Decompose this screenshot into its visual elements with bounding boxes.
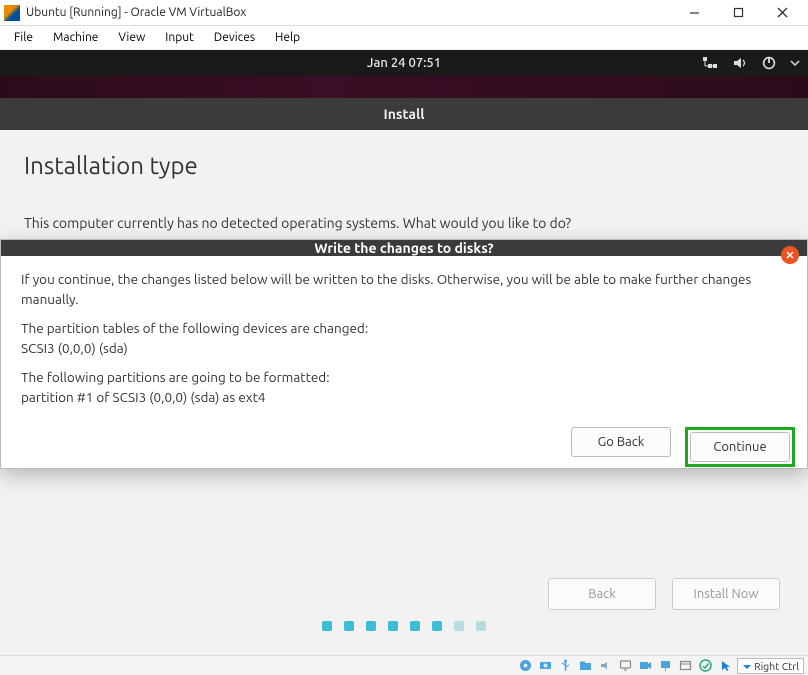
- vbox-menubar: File Machine View Input Devices Help: [0, 26, 808, 50]
- menu-devices[interactable]: Devices: [206, 29, 263, 46]
- guest-additions-icon[interactable]: [697, 658, 713, 674]
- menu-help[interactable]: Help: [267, 29, 308, 46]
- installer-footer-buttons: Back Install Now: [548, 578, 780, 610]
- arrow-down-icon: [742, 661, 752, 671]
- close-icon: [786, 251, 794, 259]
- dot: [344, 621, 354, 631]
- volume-icon: [732, 56, 748, 70]
- network-icon: [702, 56, 718, 70]
- host-key-label: Right Ctrl: [754, 660, 799, 672]
- prompt-text: This computer currently has no detected …: [24, 215, 784, 231]
- install-header-label: Install: [384, 106, 425, 122]
- ubuntu-status-icons[interactable]: [702, 50, 800, 76]
- hdd-icon[interactable]: [537, 658, 553, 674]
- dot: [454, 621, 464, 631]
- vbox-statusbar: Right Ctrl: [0, 655, 808, 675]
- dot: [410, 621, 420, 631]
- vbox-window-title: Ubuntu [Running] - Oracle VM VirtualBox: [26, 6, 672, 19]
- host-key-indicator[interactable]: Right Ctrl: [737, 658, 804, 674]
- continue-button[interactable]: Continue: [690, 432, 790, 462]
- audio-status-icon[interactable]: [597, 658, 613, 674]
- back-button[interactable]: Back: [548, 578, 656, 610]
- power-icon: [762, 56, 776, 70]
- mouse-integration-icon[interactable]: [717, 658, 733, 674]
- install-header: Install: [0, 98, 808, 130]
- install-now-label: Install Now: [694, 587, 759, 601]
- dialog-format-header: The following partitions are going to be…: [21, 368, 787, 388]
- page-title: Installation type: [24, 152, 784, 179]
- minimize-button[interactable]: [672, 0, 716, 26]
- continue-highlight: Continue: [685, 427, 795, 467]
- confirm-changes-dialog: Write the changes to disks? If you conti…: [0, 239, 808, 469]
- back-button-label: Back: [588, 587, 616, 601]
- clock-text[interactable]: Jan 24 07:51: [367, 56, 441, 70]
- progress-dots: [0, 621, 808, 631]
- close-icon: [777, 7, 788, 18]
- usb-icon[interactable]: [557, 658, 573, 674]
- dialog-body: If you continue, the changes listed belo…: [1, 256, 807, 427]
- chevron-down-icon: [790, 58, 800, 68]
- menu-input[interactable]: Input: [157, 29, 202, 46]
- dialog-tables-header: The partition tables of the following de…: [21, 319, 787, 339]
- dialog-format-partition: partition #1 of SCSI3 (0,0,0) (sda) as e…: [21, 388, 787, 408]
- dialog-title: Write the changes to disks?: [314, 240, 493, 256]
- dot: [366, 621, 376, 631]
- ubuntu-topbar: Jan 24 07:51: [0, 50, 808, 76]
- menu-machine[interactable]: Machine: [45, 29, 106, 46]
- dialog-footer: Go Back Continue: [1, 427, 807, 479]
- dot: [322, 621, 332, 631]
- dialog-titlebar: Write the changes to disks?: [1, 240, 807, 256]
- display-icon[interactable]: [617, 658, 633, 674]
- menu-file[interactable]: File: [6, 29, 41, 46]
- dialog-frame: Write the changes to disks? If you conti…: [0, 239, 808, 469]
- dot: [476, 621, 486, 631]
- guest-display: Jan 24 07:51 Install Installation type T…: [0, 50, 808, 655]
- vbox-titlebar: Ubuntu [Running] - Oracle VM VirtualBox: [0, 0, 808, 26]
- dot: [388, 621, 398, 631]
- shared-folder-icon[interactable]: [577, 658, 593, 674]
- maximize-icon: [733, 7, 744, 18]
- install-now-button[interactable]: Install Now: [672, 578, 780, 610]
- menu-view[interactable]: View: [110, 29, 153, 46]
- vrde-icon[interactable]: [677, 658, 693, 674]
- network-status-icon[interactable]: [657, 658, 673, 674]
- go-back-label: Go Back: [598, 435, 645, 449]
- dialog-close-button[interactable]: [781, 246, 799, 264]
- close-button[interactable]: [760, 0, 804, 26]
- dialog-tables-device: SCSI3 (0,0,0) (sda): [21, 339, 787, 359]
- decorative-strip: [0, 76, 808, 98]
- disc-icon[interactable]: [517, 658, 533, 674]
- maximize-button[interactable]: [716, 0, 760, 26]
- continue-label: Continue: [713, 440, 766, 454]
- recording-icon[interactable]: [637, 658, 653, 674]
- vbox-app-icon: [4, 5, 20, 21]
- minimize-icon: [689, 7, 700, 18]
- dot: [432, 621, 442, 631]
- dialog-intro: If you continue, the changes listed belo…: [21, 270, 787, 309]
- go-back-button[interactable]: Go Back: [571, 427, 671, 457]
